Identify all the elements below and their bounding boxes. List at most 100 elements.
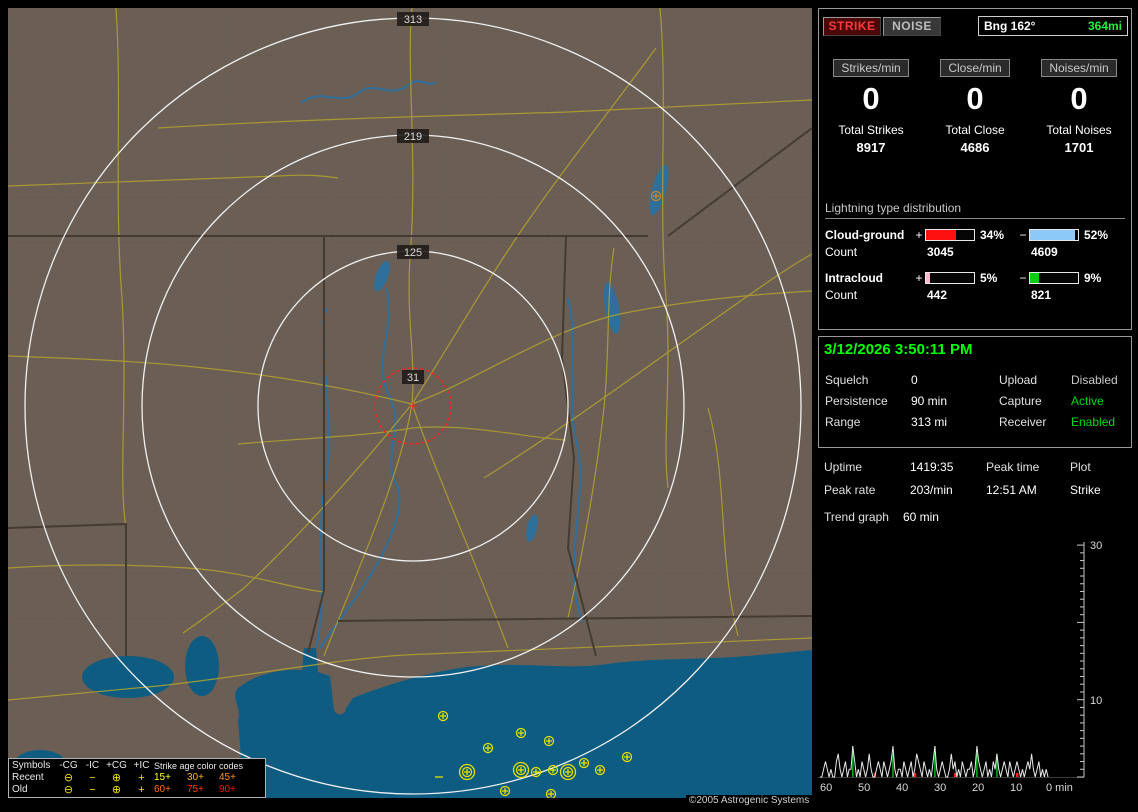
strikes-rate-column: Strikes/min 0 Total Strikes 8917: [819, 59, 923, 155]
legend-col-pos-ic: +IC: [133, 760, 150, 771]
y-tick-10: 10: [1090, 695, 1102, 707]
minus-sign: −: [1019, 228, 1027, 242]
plot-value: Strike: [1070, 483, 1101, 497]
status-box: 3/12/2026 3:50:11 PM Squelch 0 Upload Di…: [818, 336, 1132, 448]
strikes-per-min-value: 0: [862, 81, 880, 116]
x-tick-20: 20: [972, 782, 984, 794]
distribution-title: Lightning type distribution: [825, 201, 1125, 219]
intracloud-row: Intracloud + 5% − 9%: [825, 271, 1125, 285]
close-per-min-value: 0: [966, 81, 984, 116]
upload-status: Disabled: [1071, 373, 1118, 387]
x-tick-0min: 0 min: [1046, 782, 1073, 794]
noises-per-min-label: Noises/min: [1041, 59, 1117, 77]
ic-negative-gauge: [1029, 272, 1079, 284]
pos-ic-old-icon: +: [138, 784, 145, 796]
close-rate-column: Close/min 0 Total Close 4686: [923, 59, 1027, 155]
plot-label: Plot: [1070, 460, 1091, 474]
ring-label-31: 31: [407, 372, 419, 384]
total-noises-label: Total Noises: [1046, 123, 1112, 137]
session-grid: Uptime 1419:35 Peak time Plot Peak rate …: [824, 460, 1128, 497]
upload-label: Upload: [999, 373, 1038, 387]
cg-positive-gauge-fill: [926, 230, 956, 240]
trend-graph: 30 10 60 50 40 30 20 10 0 min: [818, 540, 1102, 794]
legend-symbols-header: Symbols: [12, 760, 51, 771]
total-strikes-value: 8917: [856, 140, 886, 155]
datetime-display: 3/12/2026 3:50:11 PM: [824, 341, 973, 358]
peak-time-value: 12:51 AM: [986, 483, 1037, 497]
cg-positive-count: 3045: [927, 245, 954, 259]
ic-positive-count: 442: [927, 288, 948, 302]
uptime-value: 1419:35: [910, 460, 954, 474]
total-close-value: 4686: [960, 140, 990, 155]
peak-rate-label: Peak rate: [824, 483, 876, 497]
legend-col-pos-cg: +CG: [106, 760, 127, 771]
cg-negative-count: 4609: [1031, 245, 1058, 259]
ic-positive-gauge: [925, 272, 975, 284]
legend-col-neg-ic: -IC: [85, 760, 100, 771]
ring-label-125: 125: [404, 247, 422, 259]
neg-cg-recent-icon: ⊖: [63, 772, 74, 784]
neg-cg-old-icon: ⊖: [63, 784, 74, 796]
legend-age-header: Strike age color codes: [154, 761, 244, 771]
receiver-label: Receiver: [999, 415, 1047, 429]
capture-status: Active: [1071, 394, 1104, 408]
plus-sign: +: [915, 271, 923, 285]
peak-time-label: Peak time: [986, 460, 1040, 474]
cloud-ground-row: Cloud-ground + 34% − 52%: [825, 228, 1125, 242]
ic-negative-gauge-fill: [1030, 273, 1039, 283]
strike-legend: Symbols -CG -IC +CG +IC Strike age color…: [8, 758, 266, 798]
session-section: Uptime 1419:35 Peak time Plot Peak rate …: [824, 460, 1128, 524]
peak-rate-value: 203/min: [910, 483, 953, 497]
count-label: Count: [825, 245, 858, 259]
ring-label-313: 313: [404, 14, 422, 26]
noise-mode-button[interactable]: NOISE: [883, 17, 941, 36]
strike-mode-button[interactable]: STRIKE: [823, 17, 881, 36]
ic-positive-gauge-fill: [926, 273, 931, 283]
cg-negative-gauge: [1029, 229, 1079, 241]
squelch-value: 0: [911, 373, 918, 387]
pos-cg-recent-icon: ⊕: [111, 772, 122, 784]
trend-graph-title: Trend graph 60 min: [824, 510, 1128, 524]
receiver-status: Enabled: [1071, 415, 1116, 429]
age-90: 90+: [219, 784, 236, 795]
capture-label: Capture: [999, 394, 1042, 408]
uptime-label: Uptime: [824, 460, 863, 474]
persistence-value: 90 min: [911, 394, 948, 408]
trend-window-value: 60 min: [902, 510, 939, 524]
total-close-label: Total Close: [945, 123, 1005, 137]
trend-plot-area: [820, 544, 1084, 778]
strikes-per-min-label: Strikes/min: [833, 59, 909, 77]
x-tick-30: 30: [934, 782, 946, 794]
age-45: 45+: [219, 772, 236, 783]
intracloud-count-row: Count 442 821: [825, 288, 1125, 302]
strike-map[interactable]: 313 219 125 31: [8, 8, 812, 798]
x-tick-50: 50: [858, 782, 870, 794]
age-30: 30+: [187, 772, 204, 783]
total-noises-value: 1701: [1064, 140, 1094, 155]
legend-old-label: Old: [12, 784, 28, 795]
ic-negative-pct: 9%: [1084, 271, 1102, 285]
neg-ic-old-icon: −: [89, 784, 96, 796]
rates-row: Strikes/min 0 Total Strikes 8917 Close/m…: [819, 59, 1131, 155]
map-panel[interactable]: 313 219 125 31 Symbols -CG -IC +CG +IC S…: [8, 8, 812, 798]
intracloud-label: Intracloud: [825, 271, 884, 285]
age-60: 60+: [154, 784, 171, 795]
ring-label-219: 219: [404, 131, 422, 143]
neg-ic-recent-icon: −: [89, 772, 96, 784]
cloud-ground-count-row: Count 3045 4609: [825, 245, 1125, 259]
lake: [185, 636, 219, 696]
bearing-label: Bng 162°: [984, 19, 1036, 33]
bearing-display: Bng 162° 364mi: [978, 16, 1128, 36]
range-value: 313 mi: [911, 415, 948, 429]
cg-negative-pct: 52%: [1084, 228, 1109, 242]
y-tick-30: 30: [1090, 540, 1102, 552]
legend-col-neg-cg: -CG: [59, 760, 78, 771]
legend-recent-label: Recent: [12, 772, 44, 783]
count-label: Count: [825, 288, 858, 302]
side-panel: STRIKE NOISE Bng 162° 364mi Strikes/min …: [818, 8, 1132, 804]
x-tick-60: 60: [820, 782, 832, 794]
pos-ic-recent-icon: +: [138, 772, 145, 784]
close-per-min-label: Close/min: [940, 59, 1010, 77]
x-tick-10: 10: [1010, 782, 1022, 794]
range-label: Range: [825, 415, 861, 429]
